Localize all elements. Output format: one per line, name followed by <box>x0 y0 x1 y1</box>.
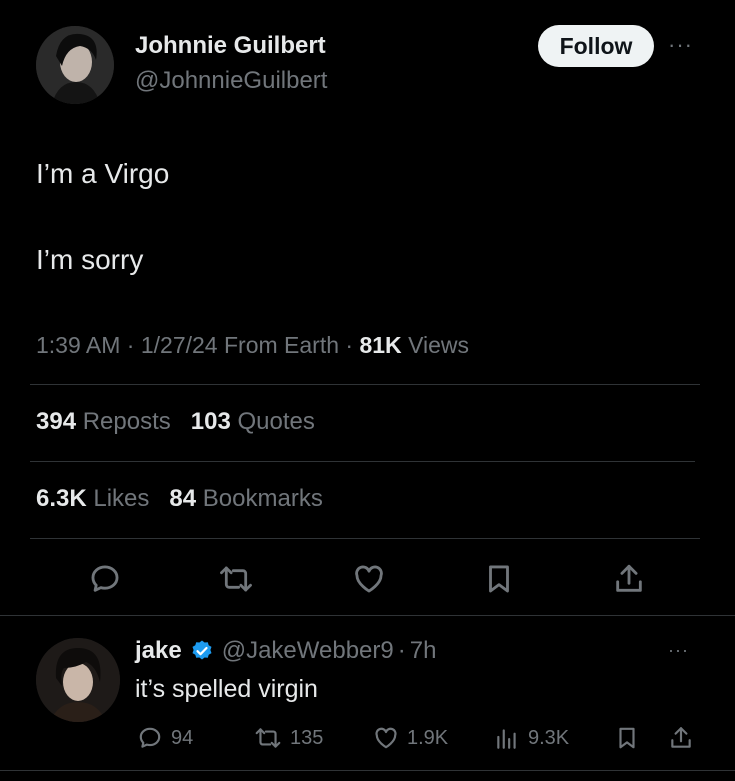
views-count: 9.3K <box>528 726 570 749</box>
bookmarks-stat[interactable]: 84 Bookmarks <box>169 485 322 512</box>
verified-badge-icon <box>190 639 214 663</box>
divider <box>30 384 700 385</box>
follow-button[interactable]: Follow <box>538 25 654 67</box>
reply-more-options-icon[interactable]: ··· <box>668 640 689 661</box>
like-icon <box>373 725 399 751</box>
reply-author-name[interactable]: jake <box>135 637 182 665</box>
divider <box>0 615 735 616</box>
quotes-stat[interactable]: 103 Quotes <box>191 408 315 435</box>
bookmarks-label: Bookmarks <box>202 485 323 512</box>
reply-icon <box>137 725 163 751</box>
separator-dot: · <box>126 332 135 358</box>
reply-header: jake @JakeWebber9 · 7h <box>135 637 436 665</box>
quotes-label: Quotes <box>237 408 315 435</box>
likes-label: Likes <box>93 485 150 512</box>
likes-bookmarks-row: 6.3K Likes 84 Bookmarks <box>36 485 323 513</box>
reply-count: 94 <box>171 726 194 749</box>
quotes-count: 103 <box>190 408 231 435</box>
views-label: Views <box>408 332 469 358</box>
reposts-count: 394 <box>36 408 77 435</box>
reply-like-action[interactable]: 1.9K <box>373 725 448 751</box>
bookmark-icon[interactable] <box>482 562 516 596</box>
divider <box>30 538 700 539</box>
like-count: 1.9K <box>407 726 449 749</box>
bookmark-icon[interactable] <box>614 725 640 751</box>
reply-icon[interactable] <box>88 562 122 596</box>
more-options-icon[interactable]: ··· <box>668 32 693 58</box>
likes-count: 6.3K <box>36 485 87 512</box>
like-icon[interactable] <box>352 562 386 596</box>
views-chart-icon <box>494 725 520 751</box>
tweet-date[interactable]: 1/27/24 <box>141 332 218 358</box>
separator-dot: · <box>397 637 406 664</box>
views-count: 81K <box>359 332 402 358</box>
repost-count: 135 <box>290 726 324 749</box>
reposts-quotes-row: 394 Reposts 103 Quotes <box>36 408 315 436</box>
reposts-stat[interactable]: 394 Reposts <box>36 408 171 435</box>
author-avatar[interactable] <box>36 26 114 104</box>
repost-icon[interactable] <box>218 562 254 596</box>
tweet-time[interactable]: 1:39 AM <box>36 332 120 358</box>
tweet-text-line-1: I’m a Virgo <box>36 158 170 189</box>
reply-author-handle[interactable]: @JakeWebber9 <box>222 637 394 665</box>
reply-views-action[interactable]: 9.3K <box>494 725 569 751</box>
tweet-source: From Earth <box>223 332 340 358</box>
share-icon[interactable] <box>668 725 694 751</box>
likes-stat[interactable]: 6.3K Likes <box>36 485 149 512</box>
reply-repost-action[interactable]: 135 <box>254 725 323 751</box>
author-handle[interactable]: @JohnnieGuilbert <box>135 67 327 95</box>
tweet-text-line-2: I’m sorry <box>36 244 144 275</box>
bookmarks-count: 84 <box>169 485 197 512</box>
divider <box>30 461 695 462</box>
reply-age[interactable]: 7h <box>410 637 437 665</box>
tweet-meta: 1:39 AM · 1/27/24 From Earth · 81K Views <box>36 332 469 359</box>
reply-author-avatar[interactable] <box>36 638 120 722</box>
reply-reply-action[interactable]: 94 <box>137 725 193 751</box>
divider <box>0 770 735 771</box>
separator-dot: · <box>345 332 354 358</box>
author-name[interactable]: Johnnie Guilbert <box>135 32 326 60</box>
share-icon[interactable] <box>612 562 646 596</box>
reply-text: it’s spelled virgin <box>135 675 318 703</box>
repost-icon <box>254 725 282 751</box>
reposts-label: Reposts <box>82 408 171 435</box>
